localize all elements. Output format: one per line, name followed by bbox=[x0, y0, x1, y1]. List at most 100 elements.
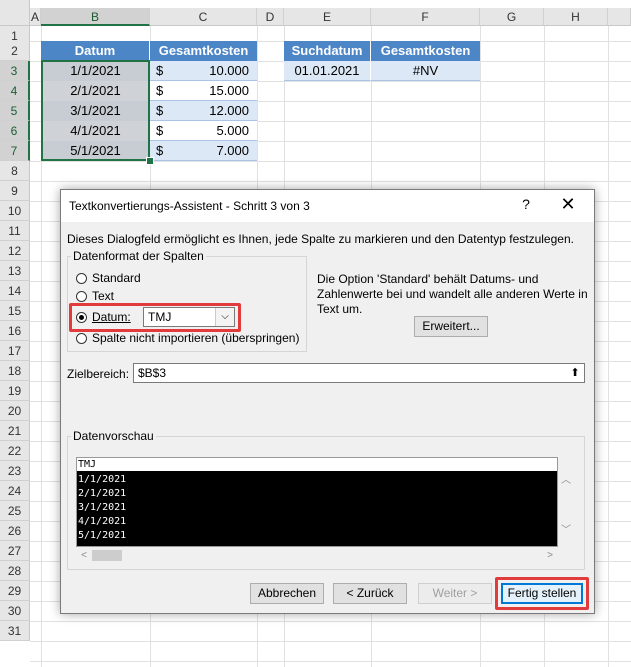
row-header-18[interactable]: 18 bbox=[0, 361, 30, 381]
gridline bbox=[30, 641, 631, 642]
cost-cell[interactable]: $ 12.000 bbox=[150, 101, 257, 121]
preview-column-header[interactable]: TMJ bbox=[77, 458, 557, 472]
row-header-5[interactable]: 5 bbox=[0, 101, 30, 121]
row-header-24[interactable]: 24 bbox=[0, 481, 30, 501]
currency-symbol: $ bbox=[156, 63, 164, 78]
target-range-input[interactable]: $B$3 ⬆ bbox=[133, 363, 585, 383]
collapse-dialog-icon[interactable]: ⬆ bbox=[567, 365, 583, 381]
cost-cell[interactable]: $ 5.000 bbox=[150, 121, 257, 141]
row-header-28[interactable]: 28 bbox=[0, 561, 30, 581]
table-header-datum[interactable]: Datum bbox=[41, 41, 150, 61]
cancel-button[interactable]: Abbrechen bbox=[250, 583, 324, 604]
row-header-3[interactable]: 3 bbox=[0, 61, 30, 81]
row-header-27[interactable]: 27 bbox=[0, 541, 30, 561]
row-header-6[interactable]: 6 bbox=[0, 121, 30, 141]
target-range-label: Zielbereich: bbox=[67, 367, 130, 381]
cost-cell[interactable]: $ 15.000 bbox=[150, 81, 257, 101]
cost-value: 12.000 bbox=[209, 103, 249, 118]
preview-horizontal-scrollbar[interactable]: < > bbox=[76, 547, 558, 564]
cost-value: 5.000 bbox=[216, 123, 249, 138]
column-header-f[interactable]: F bbox=[371, 8, 480, 26]
cost-value: 10.000 bbox=[209, 63, 249, 78]
row-header-16[interactable]: 16 bbox=[0, 321, 30, 341]
chevron-right-icon[interactable]: > bbox=[542, 550, 558, 561]
currency-symbol: $ bbox=[156, 143, 164, 158]
row-header-14[interactable]: 14 bbox=[0, 281, 30, 301]
row-header-26[interactable]: 26 bbox=[0, 521, 30, 541]
row-header-23[interactable]: 23 bbox=[0, 461, 30, 481]
fill-handle[interactable] bbox=[146, 157, 154, 165]
row-header-20[interactable]: 20 bbox=[0, 401, 30, 421]
column-format-group-label: Datenformat der Spalten bbox=[71, 249, 206, 263]
row-header-7[interactable]: 7 bbox=[0, 141, 30, 161]
preview-vertical-scrollbar[interactable]: ︿ ﹀ bbox=[558, 457, 575, 547]
column-header-h[interactable]: H bbox=[544, 8, 608, 26]
back-button[interactable]: < Zurück bbox=[333, 583, 407, 604]
column-header-d[interactable]: D bbox=[257, 8, 284, 26]
column-header-c[interactable]: C bbox=[150, 8, 257, 26]
row-header-19[interactable]: 19 bbox=[0, 381, 30, 401]
dialog-titlebar[interactable]: Textkonvertierungs-Assistent - Schritt 3… bbox=[61, 190, 594, 222]
row-header-11[interactable]: 11 bbox=[0, 221, 30, 241]
row-header-2[interactable]: 2 bbox=[0, 41, 30, 61]
table-header-suchdatum[interactable]: Suchdatum bbox=[284, 41, 371, 61]
data-preview-pane[interactable]: TMJ 1/1/2021 2/1/2021 3/1/2021 4/1/2021 … bbox=[76, 457, 558, 547]
row-header-30[interactable]: 30 bbox=[0, 601, 30, 621]
chevron-up-icon[interactable]: ︿ bbox=[558, 471, 574, 486]
data-preview-group-label: Datenvorschau bbox=[71, 429, 156, 443]
cost-cell[interactable]: $ 10.000 bbox=[150, 61, 257, 81]
dialog-title: Textkonvertierungs-Assistent - Schritt 3… bbox=[69, 199, 310, 213]
row-header-15[interactable]: 15 bbox=[0, 301, 30, 321]
row-header-8[interactable]: 8 bbox=[0, 161, 30, 181]
chevron-left-icon[interactable]: < bbox=[76, 550, 92, 561]
row-header-17[interactable]: 17 bbox=[0, 341, 30, 361]
row-header-10[interactable]: 10 bbox=[0, 201, 30, 221]
row-header-29[interactable]: 29 bbox=[0, 581, 30, 601]
preview-row: 4/1/2021 bbox=[78, 516, 127, 527]
preview-row: 1/1/2021 bbox=[78, 474, 127, 485]
cost-value: 7.000 bbox=[216, 143, 249, 158]
highlight-finish-button bbox=[495, 577, 589, 610]
radio-standard[interactable] bbox=[76, 273, 87, 284]
cell-selection-border bbox=[41, 60, 150, 161]
radio-skip-column-label[interactable]: Spalte nicht importieren (überspringen) bbox=[92, 331, 299, 345]
close-button[interactable]: ✕ bbox=[558, 194, 578, 215]
search-date-cell[interactable]: 01.01.2021 bbox=[284, 61, 371, 81]
help-button[interactable]: ? bbox=[516, 196, 536, 212]
row-header-9[interactable]: 9 bbox=[0, 181, 30, 201]
next-button[interactable]: Weiter > bbox=[418, 583, 492, 604]
column-header-b[interactable]: B bbox=[41, 8, 150, 26]
row-header-31[interactable]: 31 bbox=[0, 621, 30, 641]
lookup-result-cell[interactable]: #NV bbox=[371, 61, 480, 81]
cost-cell[interactable]: $ 7.000 bbox=[150, 141, 257, 161]
target-range-value: $B$3 bbox=[138, 366, 167, 380]
column-header-next[interactable] bbox=[608, 8, 631, 26]
gridline bbox=[30, 661, 631, 662]
cost-value: 15.000 bbox=[209, 83, 249, 98]
select-all-corner[interactable] bbox=[0, 0, 30, 26]
column-header-e[interactable]: E bbox=[284, 8, 371, 26]
row-header-22[interactable]: 22 bbox=[0, 441, 30, 461]
radio-text[interactable] bbox=[76, 291, 87, 302]
row-header-13[interactable]: 13 bbox=[0, 261, 30, 281]
scrollbar-thumb[interactable] bbox=[92, 550, 122, 561]
highlight-date-option bbox=[69, 303, 241, 332]
row-header-4[interactable]: 4 bbox=[0, 81, 30, 101]
table-header-gesamtkosten[interactable]: Gesamtkosten bbox=[150, 41, 257, 61]
dialog-description: Dieses Dialogfeld ermöglicht es Ihnen, j… bbox=[67, 232, 574, 246]
row-header-21[interactable]: 21 bbox=[0, 421, 30, 441]
column-header-a[interactable]: A bbox=[30, 8, 41, 26]
row-header-25[interactable]: 25 bbox=[0, 501, 30, 521]
column-header-g[interactable]: G bbox=[480, 8, 544, 26]
table-header-gesamtkosten-2[interactable]: Gesamtkosten bbox=[371, 41, 480, 61]
row-header-12[interactable]: 12 bbox=[0, 241, 30, 261]
advanced-button[interactable]: Erweitert... bbox=[414, 316, 488, 337]
radio-skip-column[interactable] bbox=[76, 333, 87, 344]
gridline bbox=[30, 161, 631, 162]
standard-info-text: Die Option 'Standard' behält Datums- und… bbox=[317, 272, 588, 316]
text-import-wizard-dialog: Textkonvertierungs-Assistent - Schritt 3… bbox=[60, 189, 595, 614]
preview-row: 5/1/2021 bbox=[78, 530, 127, 541]
radio-text-label[interactable]: Text bbox=[92, 289, 114, 303]
chevron-down-icon[interactable]: ﹀ bbox=[558, 521, 574, 536]
radio-standard-label[interactable]: Standard bbox=[92, 271, 141, 285]
